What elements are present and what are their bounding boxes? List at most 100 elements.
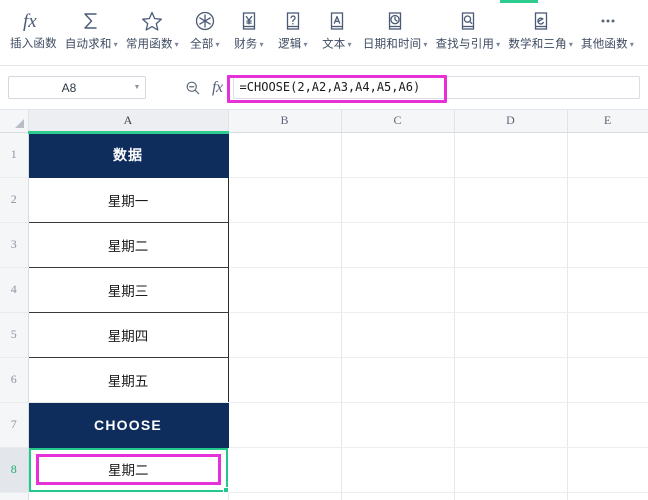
ribbon-item-datetime[interactable]: 日期和时间 ▾: [359, 4, 432, 53]
cell-d2[interactable]: [454, 177, 568, 223]
cell-e1[interactable]: [567, 132, 648, 178]
table-row: 7 CHOOSE: [0, 402, 648, 448]
cell-d3[interactable]: [454, 222, 568, 268]
ribbon-label-datetime: 日期和时间 ▾: [362, 38, 428, 51]
row-header-5[interactable]: 5: [0, 312, 29, 358]
cell-c1[interactable]: [341, 132, 455, 178]
ribbon-item-common-functions[interactable]: 常用函数 ▾: [122, 4, 183, 53]
cell-a5[interactable]: 星期四: [27, 312, 229, 358]
cell-d9[interactable]: [454, 492, 568, 500]
letter-a-box-icon: [325, 6, 349, 36]
cell-d6[interactable]: [454, 357, 568, 403]
cell-b5[interactable]: [228, 312, 342, 358]
row-header-8[interactable]: 8: [0, 447, 29, 493]
cell-a4[interactable]: 星期三: [27, 267, 229, 313]
cell-e3[interactable]: [567, 222, 648, 268]
ellipsis-icon: [596, 6, 620, 36]
cell-d8[interactable]: [454, 447, 568, 493]
column-header-e[interactable]: E: [567, 110, 648, 133]
cell-b9[interactable]: [228, 492, 342, 500]
formula-bar: A8 ▼ fx =CHOOSE(2,A2,A3,A4,A5,A6): [0, 66, 648, 110]
ribbon-item-financial[interactable]: 财务 ▾: [227, 4, 271, 53]
row-header-6[interactable]: 6: [0, 357, 29, 403]
cell-b6[interactable]: [228, 357, 342, 403]
cell-b2[interactable]: [228, 177, 342, 223]
column-header-b[interactable]: B: [228, 110, 342, 133]
ribbon-accent-bar: [500, 0, 538, 3]
ribbon-item-all[interactable]: 全部 ▾: [183, 4, 227, 53]
ribbon-label-text: 文本 ▾: [322, 38, 352, 51]
chevron-down-icon: ▾: [347, 40, 352, 49]
cell-b1[interactable]: [228, 132, 342, 178]
ribbon-item-lookup-reference[interactable]: 查找与引用 ▾: [432, 4, 505, 53]
cell-a6[interactable]: 星期五: [27, 357, 229, 403]
formula-input[interactable]: =CHOOSE(2,A2,A3,A4,A5,A6): [232, 76, 640, 99]
ribbon-label-insert-function: 插入函数: [10, 38, 57, 50]
ribbon-item-autosum[interactable]: 自动求和 ▾: [61, 4, 122, 53]
column-header-d[interactable]: D: [454, 110, 568, 133]
ribbon-label-math-trig: 数学和三角 ▾: [508, 38, 574, 51]
formula-input-wrap: =CHOOSE(2,A2,A3,A4,A5,A6): [232, 76, 640, 99]
column-header-a[interactable]: A: [28, 110, 229, 134]
cell-c9[interactable]: [341, 492, 455, 500]
cell-d7[interactable]: [454, 402, 568, 448]
cell-c3[interactable]: [341, 222, 455, 268]
row-header-9[interactable]: [0, 492, 29, 500]
cell-e5[interactable]: [567, 312, 648, 358]
cell-a1[interactable]: 数据: [27, 132, 229, 178]
cell-a7[interactable]: CHOOSE: [27, 402, 229, 448]
table-row: [0, 492, 648, 500]
ribbon-label-all: 全部 ▾: [190, 38, 220, 51]
ribbon-item-insert-function[interactable]: fx 插入函数: [6, 4, 61, 52]
cell-d1[interactable]: [454, 132, 568, 178]
column-header-row: A B C D E: [0, 110, 648, 134]
table-row: 4 星期三: [0, 267, 648, 313]
cell-a3[interactable]: 星期二: [27, 222, 229, 268]
cell-c5[interactable]: [341, 312, 455, 358]
cell-a9[interactable]: [28, 492, 229, 500]
cell-e7[interactable]: [567, 402, 648, 448]
select-all-corner[interactable]: [0, 110, 29, 133]
chevron-down-icon: ▾: [259, 40, 264, 49]
cell-d5[interactable]: [454, 312, 568, 358]
row-header-4[interactable]: 4: [0, 267, 29, 313]
ribbon-item-text[interactable]: 文本 ▾: [315, 4, 359, 53]
cell-b8[interactable]: [228, 447, 342, 493]
cell-c7[interactable]: [341, 402, 455, 448]
table-row: 8 星期二: [0, 447, 648, 493]
row-header-7[interactable]: 7: [0, 402, 29, 448]
ribbon-item-other-functions[interactable]: 其他函数 ▾: [577, 4, 638, 53]
cell-d4[interactable]: [454, 267, 568, 313]
cell-c2[interactable]: [341, 177, 455, 223]
table-row: 3 星期二: [0, 222, 648, 268]
chevron-down-icon: ▾: [215, 40, 220, 49]
name-box[interactable]: A8 ▼: [8, 76, 146, 99]
column-header-c[interactable]: C: [341, 110, 455, 133]
row-header-3[interactable]: 3: [0, 222, 29, 268]
cell-b4[interactable]: [228, 267, 342, 313]
cell-a2[interactable]: 星期一: [27, 177, 229, 223]
cell-e4[interactable]: [567, 267, 648, 313]
cell-e9[interactable]: [567, 492, 648, 500]
cell-c4[interactable]: [341, 267, 455, 313]
table-row: 1 数据: [0, 132, 648, 178]
select-all-triangle-icon: [14, 118, 24, 128]
cell-c6[interactable]: [341, 357, 455, 403]
row-header-1[interactable]: 1: [0, 132, 29, 178]
ribbon-item-math-trig[interactable]: 数学和三角 ▾: [504, 4, 577, 53]
cell-e8[interactable]: [567, 447, 648, 493]
asterisk-circle-icon: [193, 6, 217, 36]
chevron-down-icon: ▾: [113, 40, 118, 49]
cell-b3[interactable]: [228, 222, 342, 268]
cell-e6[interactable]: [567, 357, 648, 403]
magnifier-minus-icon[interactable]: [184, 79, 202, 97]
ribbon-item-logical[interactable]: 逻辑 ▾: [271, 4, 315, 53]
chevron-down-icon: ▾: [568, 40, 574, 49]
row-header-2[interactable]: 2: [0, 177, 29, 223]
chevron-down-icon[interactable]: ▼: [129, 84, 145, 91]
cell-a8[interactable]: 星期二: [28, 447, 229, 493]
cell-c8[interactable]: [341, 447, 455, 493]
cell-e2[interactable]: [567, 177, 648, 223]
cell-b7[interactable]: [228, 402, 342, 448]
letter-e-box-icon: [529, 6, 553, 36]
